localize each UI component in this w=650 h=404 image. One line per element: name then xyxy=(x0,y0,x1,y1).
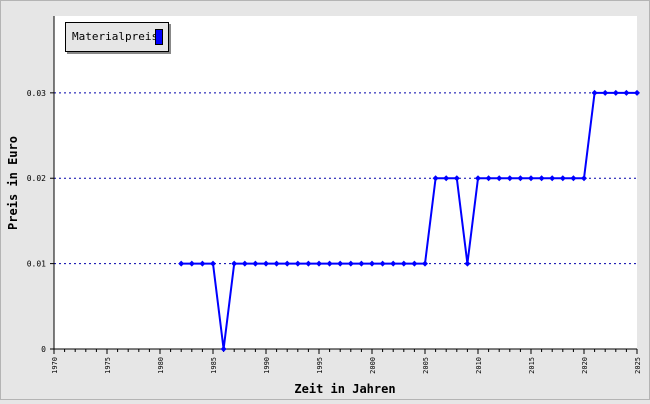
x-tick-label: 1995 xyxy=(316,357,324,374)
x-tick-label: 2000 xyxy=(369,357,377,374)
y-axis-label: Preis in Euro xyxy=(6,136,20,230)
x-tick-label: 1980 xyxy=(157,357,165,374)
legend: Materialpreis xyxy=(65,22,169,52)
y-tick-label: 0.02 xyxy=(27,174,46,183)
x-tick-label: 1975 xyxy=(104,357,112,374)
x-tick-label: 2025 xyxy=(634,357,642,374)
chart-frame: 0 0.01 0.02 0.03 1970 1975 1980 1985 1990 1995 200… xyxy=(0,0,650,400)
y-tick-label: 0.01 xyxy=(27,260,46,269)
plot-area xyxy=(54,16,637,349)
x-tick-label: 2005 xyxy=(422,357,430,374)
y-tick-label: 0.03 xyxy=(27,89,46,98)
x-axis-label: Zeit in Jahren xyxy=(294,382,395,396)
x-tick-label: 2020 xyxy=(581,357,589,374)
legend-label: Materialpreis xyxy=(72,30,159,43)
x-tick-label: 2010 xyxy=(475,357,483,374)
legend-swatch xyxy=(155,29,163,45)
y-tick-label: 0 xyxy=(41,345,46,354)
line-chart: 0 0.01 0.02 0.03 1970 1975 1980 1985 1990 1995 200… xyxy=(6,16,642,396)
x-tick-label: 1990 xyxy=(263,357,271,374)
x-tick-label: 2015 xyxy=(528,357,536,374)
x-tick-label: 1985 xyxy=(210,357,218,374)
x-tick-label: 1970 xyxy=(51,357,59,374)
